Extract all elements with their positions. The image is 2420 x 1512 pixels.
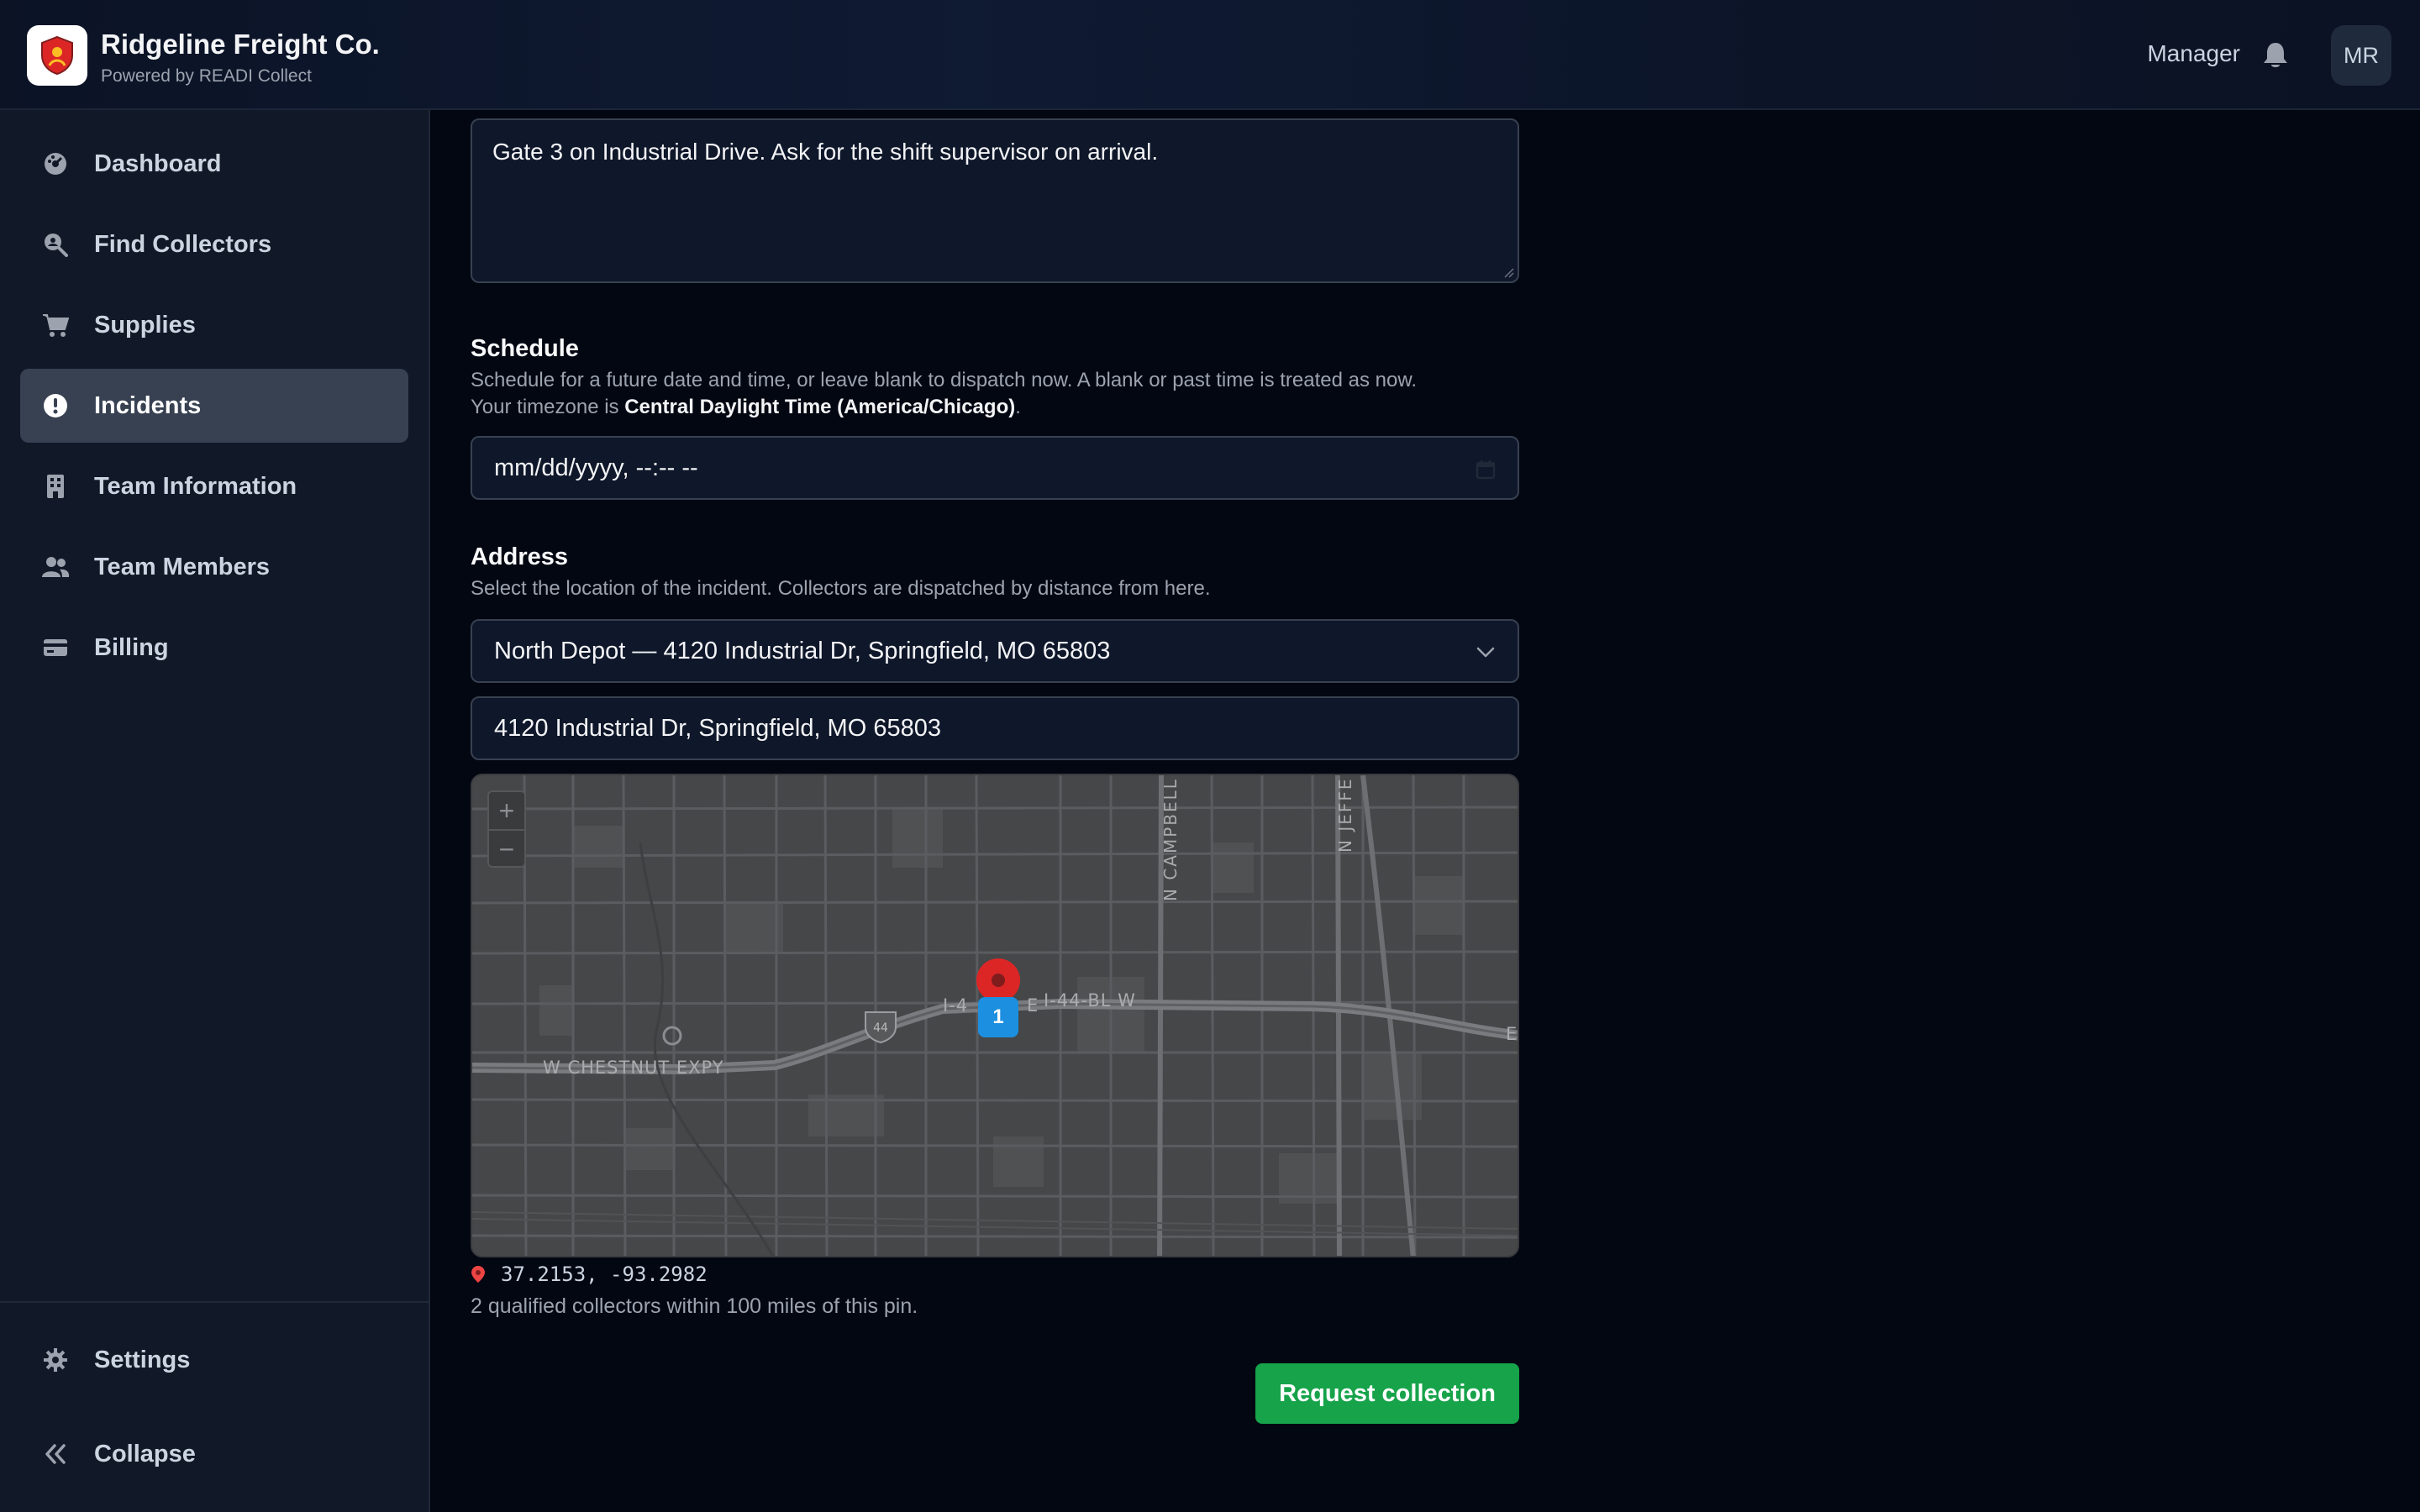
sidebar-item-incidents[interactable]: Incidents [20,369,408,443]
interstate-shield-icon: 44 [865,1011,897,1044]
sidebar-divider [0,1301,429,1303]
user-avatar[interactable]: MR [2331,25,2391,86]
sidebar-item-label: Find Collectors [94,230,272,258]
location-notes-textarea[interactable]: Gate 3 on Industrial Drive. Ask for the … [471,118,1519,283]
search-person-icon [40,229,71,260]
address-title: Address [471,543,569,570]
sidebar-item-team-members[interactable]: Team Members [20,530,408,604]
sidebar-item-billing[interactable]: Billing [20,611,408,685]
sidebar-item-label: Supplies [94,311,196,339]
request-collection-button[interactable]: Request collection [1255,1363,1519,1424]
sidebar-item-supplies[interactable]: Supplies [20,288,408,362]
credit-card-icon [40,633,71,663]
incident-location-pin[interactable] [976,958,1020,1002]
incident-form: Gate 3 on Industrial Drive. Ask for the … [430,110,2420,1512]
location-pin-icon [471,1266,485,1283]
map-label-edge: E [1506,1024,1518,1044]
company-logo[interactable] [27,25,87,86]
timezone-prefix: Your timezone is [471,396,625,418]
zoom-in-button[interactable]: + [489,792,524,829]
map-label-jefferson: N JEFFE [1335,778,1355,853]
role-switcher[interactable]: Manager [2147,40,2240,67]
calendar-icon[interactable] [1472,456,1499,483]
collector-cluster-marker[interactable]: 1 [978,997,1018,1037]
map-label-chestnut: W CHESTNUT EXPY [543,1058,724,1078]
sidebar-item-find-collectors[interactable]: Find Collectors [20,207,408,281]
saved-location-value: North Depot — 4120 Industrial Dr, Spring… [494,637,1111,664]
saved-location-select[interactable]: North Depot — 4120 Industrial Dr, Spring… [471,619,1519,683]
dashboard-icon [40,149,71,179]
chevron-down-icon [1472,639,1499,666]
sidebar-item-team-information[interactable]: Team Information [20,449,408,523]
address-input[interactable]: 4120 Industrial Dr, Springfield, MO 6580… [471,696,1519,760]
timezone-suffix: . [1015,396,1021,418]
pin-center [992,974,1005,987]
sidebar-item-label: Billing [94,633,169,661]
svg-text:44: 44 [873,1021,888,1035]
users-icon [40,552,71,582]
map-label-e: E [1027,995,1039,1016]
chevrons-left-icon [40,1439,71,1469]
pin-coordinates: 37.2153, -93.2982 [471,1263,708,1286]
timezone-value: Central Daylight Time (America/Chicago) [624,396,1016,418]
location-notes-value: Gate 3 on Industrial Drive. Ask for the … [492,139,1159,165]
sidebar-item-label: Dashboard [94,150,222,177]
map-label-i44-bl: I-44-BL W [1044,990,1136,1011]
sidebar: Dashboard Find Collectors Supplies Incid… [0,110,430,1512]
schedule-title: Schedule [471,335,579,362]
top-header: Ridgeline Freight Co. Powered by READI C… [0,0,2420,110]
sidebar-item-settings[interactable]: Settings [20,1323,408,1397]
company-name: Ridgeline Freight Co. [101,29,380,60]
map-zoom-control: + − [487,790,526,868]
alert-icon [40,391,71,421]
notifications-button[interactable] [2259,39,2292,72]
building-icon [40,471,71,501]
sidebar-item-label: Settings [94,1346,191,1373]
schedule-help: Schedule for a future date and time, or … [471,367,1417,421]
schedule-datetime-input[interactable]: mm/dd/yyyy, --:-- -- [471,436,1519,500]
coordinates-value: 37.2153, -93.2982 [501,1263,708,1286]
cart-icon [40,310,71,340]
shield-logo-icon [41,35,73,76]
sidebar-item-label: Team Members [94,553,270,580]
powered-by-label: Powered by READI Collect [101,66,312,86]
address-help: Select the location of the incident. Col… [471,577,1211,600]
zoom-out-button[interactable]: − [489,831,524,868]
sidebar-item-label: Collapse [94,1440,196,1467]
bell-icon [2264,43,2287,67]
timezone-line: Your timezone is Central Daylight Time (… [471,394,1417,421]
resize-grip-icon[interactable] [1502,266,1514,278]
sidebar-item-label: Incidents [94,391,202,419]
map-label-campbell: N CAMPBELL [1160,778,1181,901]
sidebar-item-label: Team Information [94,472,297,500]
gear-icon [40,1345,71,1375]
collapse-sidebar-button[interactable]: Collapse [20,1417,408,1491]
map-label-i44: I-4 [943,995,969,1016]
incident-map[interactable]: 44 N CAMPBELL N JEFFE W CHESTNUT EXPY I-… [471,774,1519,1257]
qualified-collectors-note: 2 qualified collectors within 100 miles … [471,1294,918,1318]
sidebar-item-dashboard[interactable]: Dashboard [20,127,408,201]
datetime-placeholder: mm/dd/yyyy, --:-- -- [494,454,698,481]
address-value: 4120 Industrial Dr, Springfield, MO 6580… [494,714,941,742]
schedule-help-line: Schedule for a future date and time, or … [471,369,1418,391]
